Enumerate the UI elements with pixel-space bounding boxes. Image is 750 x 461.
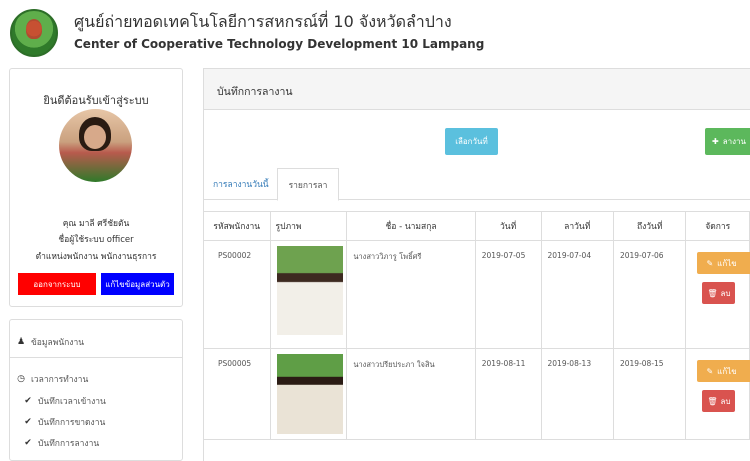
menu-divider xyxy=(10,357,182,358)
date-cell: 2019-08-11 xyxy=(474,348,542,440)
avatar xyxy=(59,109,132,182)
add-leave-button[interactable]: ✚ ลางาน xyxy=(705,128,750,155)
name-cell: นางสาววิภารู โพธิ์ศรี xyxy=(346,240,476,349)
edit-profile-button[interactable]: แก้ไขข้อมูลส่วนตัว xyxy=(101,273,174,295)
photo-cell xyxy=(269,348,348,440)
sidebar-item-leave[interactable]: ✔ บันทึกการลางาน xyxy=(23,436,99,450)
logout-button[interactable]: ออกจากระบบ xyxy=(18,273,96,295)
employee-id-cell: PS00002 xyxy=(203,240,271,349)
column-header: ชื่อ - นามสกุล xyxy=(346,211,476,241)
check-icon: ✔ xyxy=(24,396,32,406)
clock-icon: ◷ xyxy=(17,374,25,384)
leave-to-cell: 2019-07-06 xyxy=(612,240,687,349)
table-row: PS00005 นางสาวปรียประภา ใจสิน 2019-08-11… xyxy=(203,348,750,440)
action-cell: ✎ แก้ไข 🗑 ลบ xyxy=(685,240,750,349)
user-full-name: คุณ มาลี ศรีชัยตัน xyxy=(62,219,130,229)
trash-icon: 🗑 xyxy=(707,288,718,298)
sidebar-menu: ♟ ข้อมูลพนักงาน ◷ เวลาการทำงาน ✔ บันทึกเ… xyxy=(9,319,183,461)
add-leave-label: ลางาน xyxy=(722,137,746,146)
user-icon: ♟ xyxy=(16,337,26,347)
photo-cell xyxy=(269,240,348,349)
sidebar-item-employee-info[interactable]: ♟ ข้อมูลพนักงาน xyxy=(16,335,84,349)
tab-bar: การลางานวันนี้ รายการลา xyxy=(203,168,750,201)
welcome-heading: ยินดีต้อนรับเข้าสู่ระบบ xyxy=(43,94,149,107)
organization-logo xyxy=(10,9,58,57)
sidebar-item-absence[interactable]: ✔ บันทึกการขาดงาน xyxy=(23,415,105,429)
sidebar-item-working-time[interactable]: ◷ เวลาการทำงาน xyxy=(16,372,88,386)
profile-card: ยินดีต้อนรับเข้าสู่ระบบ คุณ มาลี ศรีชัยต… xyxy=(9,68,183,307)
table-header-row: รหัสพนักงาน รูปภาพ ชื่อ - นามสกุล วันที่… xyxy=(203,211,750,241)
action-cell: ✎ แก้ไข 🗑 ลบ xyxy=(685,348,750,440)
site-header: ศูนย์ถ่ายทอดเทคโนโลยีการสหกรณ์ที่ 10 จัง… xyxy=(0,0,750,66)
sidebar-item-check-in[interactable]: ✔ บันทึกเวลาเข้างาน xyxy=(23,394,106,408)
site-title-english: Center of Cooperative Technology Develop… xyxy=(74,37,485,51)
leave-from-cell: 2019-08-13 xyxy=(540,348,614,440)
site-title-thai: ศูนย์ถ่ายทอดเทคโนโลยีการสหกรณ์ที่ 10 จัง… xyxy=(74,12,452,31)
name-cell: นางสาวปรียประภา ใจสิน xyxy=(346,348,476,440)
delete-button[interactable]: 🗑 ลบ xyxy=(702,390,736,412)
employee-photo xyxy=(276,354,343,434)
column-header: รหัสพนักงาน xyxy=(203,211,271,241)
trash-icon: 🗑 xyxy=(707,396,718,406)
employee-id-cell: PS00005 xyxy=(203,348,271,440)
table-row: PS00002 นางสาววิภารู โพธิ์ศรี 2019-07-05… xyxy=(203,240,750,349)
column-header: วันที่ xyxy=(474,211,542,241)
sidebar-item-label: ข้อมูลพนักงาน xyxy=(31,338,85,348)
leave-from-cell: 2019-07-04 xyxy=(540,240,614,349)
tab-leave-list[interactable]: รายการลา xyxy=(277,168,339,201)
select-date-button[interactable]: เลือกวันที่ xyxy=(445,128,498,155)
panel-title: บันทึกการลางาน xyxy=(217,86,293,98)
panel-header: บันทึกการลางาน xyxy=(204,69,750,110)
check-icon: ✔ xyxy=(24,417,32,427)
column-header: ลาวันที่ xyxy=(540,211,614,241)
check-icon: ✔ xyxy=(24,438,32,448)
sidebar-item-label: บันทึกการลางาน xyxy=(38,439,100,449)
column-header: รูปภาพ xyxy=(269,211,348,241)
leave-to-cell: 2019-08-15 xyxy=(612,348,687,440)
plus-icon: ✚ xyxy=(712,137,719,146)
username-line: ชื่อผู้ใช้ระบบ officer xyxy=(58,235,134,245)
date-cell: 2019-07-05 xyxy=(474,240,542,349)
position-line: ตำแหน่งพนักงาน พนักงานธุรการ xyxy=(35,252,157,262)
edit-button[interactable]: ✎ แก้ไข xyxy=(697,360,750,382)
sidebar-item-label: บันทึกเวลาเข้างาน xyxy=(38,397,106,407)
tab-today-leave[interactable]: การลางานวันนี้ xyxy=(213,177,269,191)
edit-button[interactable]: ✎ แก้ไข xyxy=(697,252,750,274)
delete-button[interactable]: 🗑 ลบ xyxy=(702,282,736,304)
edit-icon: ✎ xyxy=(706,258,714,268)
sidebar-item-label: บันทึกการขาดงาน xyxy=(38,418,106,428)
employee-photo xyxy=(276,246,343,335)
column-header: จัดการ xyxy=(685,211,750,241)
leave-table: รหัสพนักงาน รูปภาพ ชื่อ - นามสกุล วันที่… xyxy=(203,211,750,440)
edit-icon: ✎ xyxy=(706,366,714,376)
column-header: ถึงวันที่ xyxy=(612,211,687,241)
sidebar-item-label: เวลาการทำงาน xyxy=(31,375,89,385)
